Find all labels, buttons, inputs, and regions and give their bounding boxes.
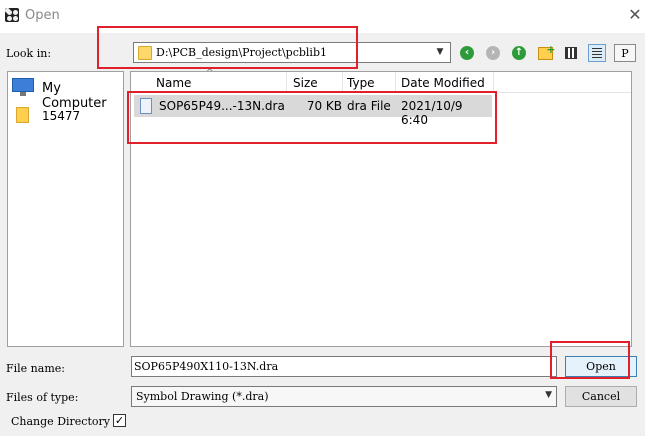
- chevron-down-icon[interactable]: ▼: [545, 390, 552, 400]
- file-name-input[interactable]: SOP65P490X110-13N.dra: [131, 356, 557, 377]
- forward-icon: ›: [486, 46, 500, 60]
- file-name-label: File name:: [6, 362, 65, 375]
- chevron-down-icon[interactable]: ▼: [433, 44, 447, 61]
- cancel-button[interactable]: Cancel: [565, 386, 637, 407]
- folder-icon: [16, 107, 29, 123]
- list-view-button[interactable]: [562, 44, 580, 62]
- sort-caret-icon: ^: [206, 68, 214, 78]
- column-divider: [342, 72, 343, 92]
- close-icon[interactable]: ✕: [627, 6, 643, 24]
- place-my-computer[interactable]: My Computer: [42, 81, 123, 111]
- annotation-box-open: [550, 341, 630, 379]
- back-button[interactable]: ‹: [458, 44, 476, 62]
- new-folder-icon: +: [537, 43, 556, 60]
- list-view-icon: [565, 47, 577, 59]
- up-folder-button[interactable]: ↑: [510, 44, 528, 62]
- look-in-label: Look in:: [6, 47, 52, 60]
- col-name[interactable]: Name: [156, 76, 191, 90]
- change-directory-label: Change Directory: [11, 415, 110, 428]
- annotation-box-path: [97, 26, 358, 69]
- place-folder[interactable]: 15477: [42, 109, 80, 123]
- files-of-type-label: Files of type:: [6, 391, 79, 404]
- col-size[interactable]: Size: [293, 76, 318, 90]
- column-divider: [493, 72, 494, 92]
- change-directory-checkbox[interactable]: ✓: [113, 414, 126, 427]
- col-type[interactable]: Type: [347, 76, 375, 90]
- new-folder-button[interactable]: +: [536, 43, 556, 62]
- annotation-box-file: [127, 91, 497, 144]
- details-view-button[interactable]: [588, 44, 606, 62]
- column-header: ^ Name Size Type Date Modified: [131, 68, 631, 93]
- preview-icon: P: [621, 46, 629, 60]
- app-icon: [5, 8, 19, 22]
- computer-icon: [12, 78, 34, 96]
- places-bar: My Computer 15477: [7, 71, 124, 347]
- col-date[interactable]: Date Modified: [401, 76, 485, 90]
- files-of-type-value: Symbol Drawing (*.dra): [136, 390, 269, 403]
- window-title: Open: [25, 8, 60, 23]
- details-view-icon: [592, 48, 602, 58]
- preview-button[interactable]: P: [614, 44, 636, 62]
- column-divider: [286, 72, 287, 92]
- back-icon: ‹: [460, 46, 474, 60]
- forward-button[interactable]: ›: [484, 44, 502, 62]
- column-divider: [395, 72, 396, 92]
- files-of-type-combo[interactable]: Symbol Drawing (*.dra) ▼: [131, 386, 557, 407]
- up-folder-icon: ↑: [512, 46, 526, 60]
